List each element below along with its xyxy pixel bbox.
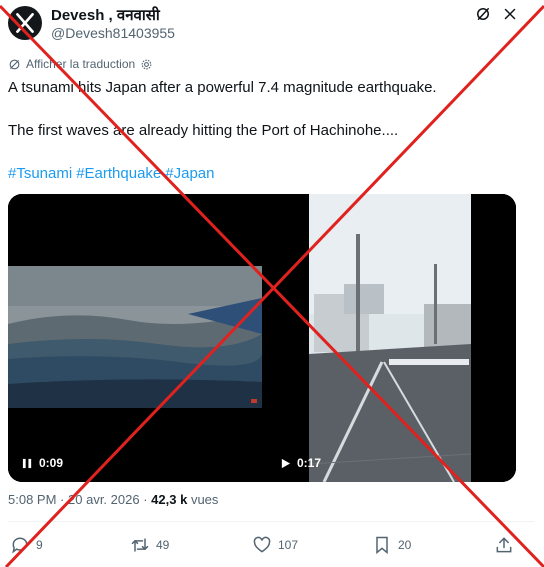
video-player-1[interactable]: 0:09 <box>8 194 262 482</box>
reply-count: 9 <box>36 538 43 552</box>
gear-icon[interactable] <box>140 58 153 71</box>
avatar[interactable] <box>8 6 42 40</box>
share-icon <box>496 537 512 553</box>
more-icon[interactable] <box>501 5 519 23</box>
grok-icon[interactable] <box>474 5 492 23</box>
author-handle[interactable]: @Devesh81403955 <box>51 25 175 41</box>
tweet-text-line-1: A tsunami hits Japan after a powerful 7.… <box>8 79 437 96</box>
like-button[interactable]: 107 <box>252 535 298 555</box>
video-2-frame <box>264 194 516 482</box>
reply-button[interactable]: 9 <box>10 535 43 555</box>
meta-separator: · <box>143 492 148 507</box>
meta-separator: · <box>60 492 65 507</box>
like-count: 107 <box>278 538 299 552</box>
video-player-2[interactable]: 0:17 <box>264 194 516 482</box>
video-1-frame <box>8 194 262 482</box>
tweet-meta: 5:08 PM · 20 avr. 2026 · 42,3 k vues <box>8 492 218 507</box>
views-count: 42,3 k <box>151 492 188 507</box>
tweet-text-line-2: The first waves are already hitting the … <box>8 122 399 139</box>
video-2-controls[interactable]: 0:17 <box>280 456 321 470</box>
hashtag-tsunami[interactable]: #Tsunami <box>8 165 72 182</box>
bookmark-button[interactable]: 20 <box>372 535 411 555</box>
heart-icon <box>253 536 271 553</box>
translate-label: Afficher la traduction <box>26 57 136 71</box>
divider <box>8 521 534 522</box>
repost-button[interactable]: 49 <box>130 535 169 555</box>
bookmark-count: 20 <box>398 538 412 552</box>
bookmark-icon <box>376 536 388 555</box>
repost-count: 49 <box>156 538 170 552</box>
play-icon[interactable] <box>280 458 291 469</box>
hashtags: #Tsunami #Earthquake #Japan <box>8 165 219 182</box>
video-2-time: 0:17 <box>297 456 322 470</box>
reply-icon <box>12 537 28 554</box>
translate-icon <box>9 59 20 69</box>
pause-icon[interactable] <box>22 458 33 469</box>
video-1-time: 0:09 <box>39 456 64 470</box>
post-time[interactable]: 5:08 PM <box>8 492 56 507</box>
author-name[interactable]: Devesh , वनवासी <box>51 5 160 25</box>
hashtag-japan[interactable]: #Japan <box>165 165 214 182</box>
repost-icon <box>131 538 149 552</box>
post-date[interactable]: 20 avr. 2026 <box>68 492 140 507</box>
x-logo-icon <box>16 13 34 33</box>
media-grid: 0:09 0:17 <box>8 194 516 482</box>
views-label: vues <box>190 492 219 507</box>
hashtag-earthquake[interactable]: #Earthquake <box>76 165 161 182</box>
share-button[interactable] <box>494 535 514 555</box>
video-1-controls[interactable]: 0:09 <box>22 456 63 470</box>
translate-link[interactable]: Afficher la traduction <box>8 57 153 71</box>
